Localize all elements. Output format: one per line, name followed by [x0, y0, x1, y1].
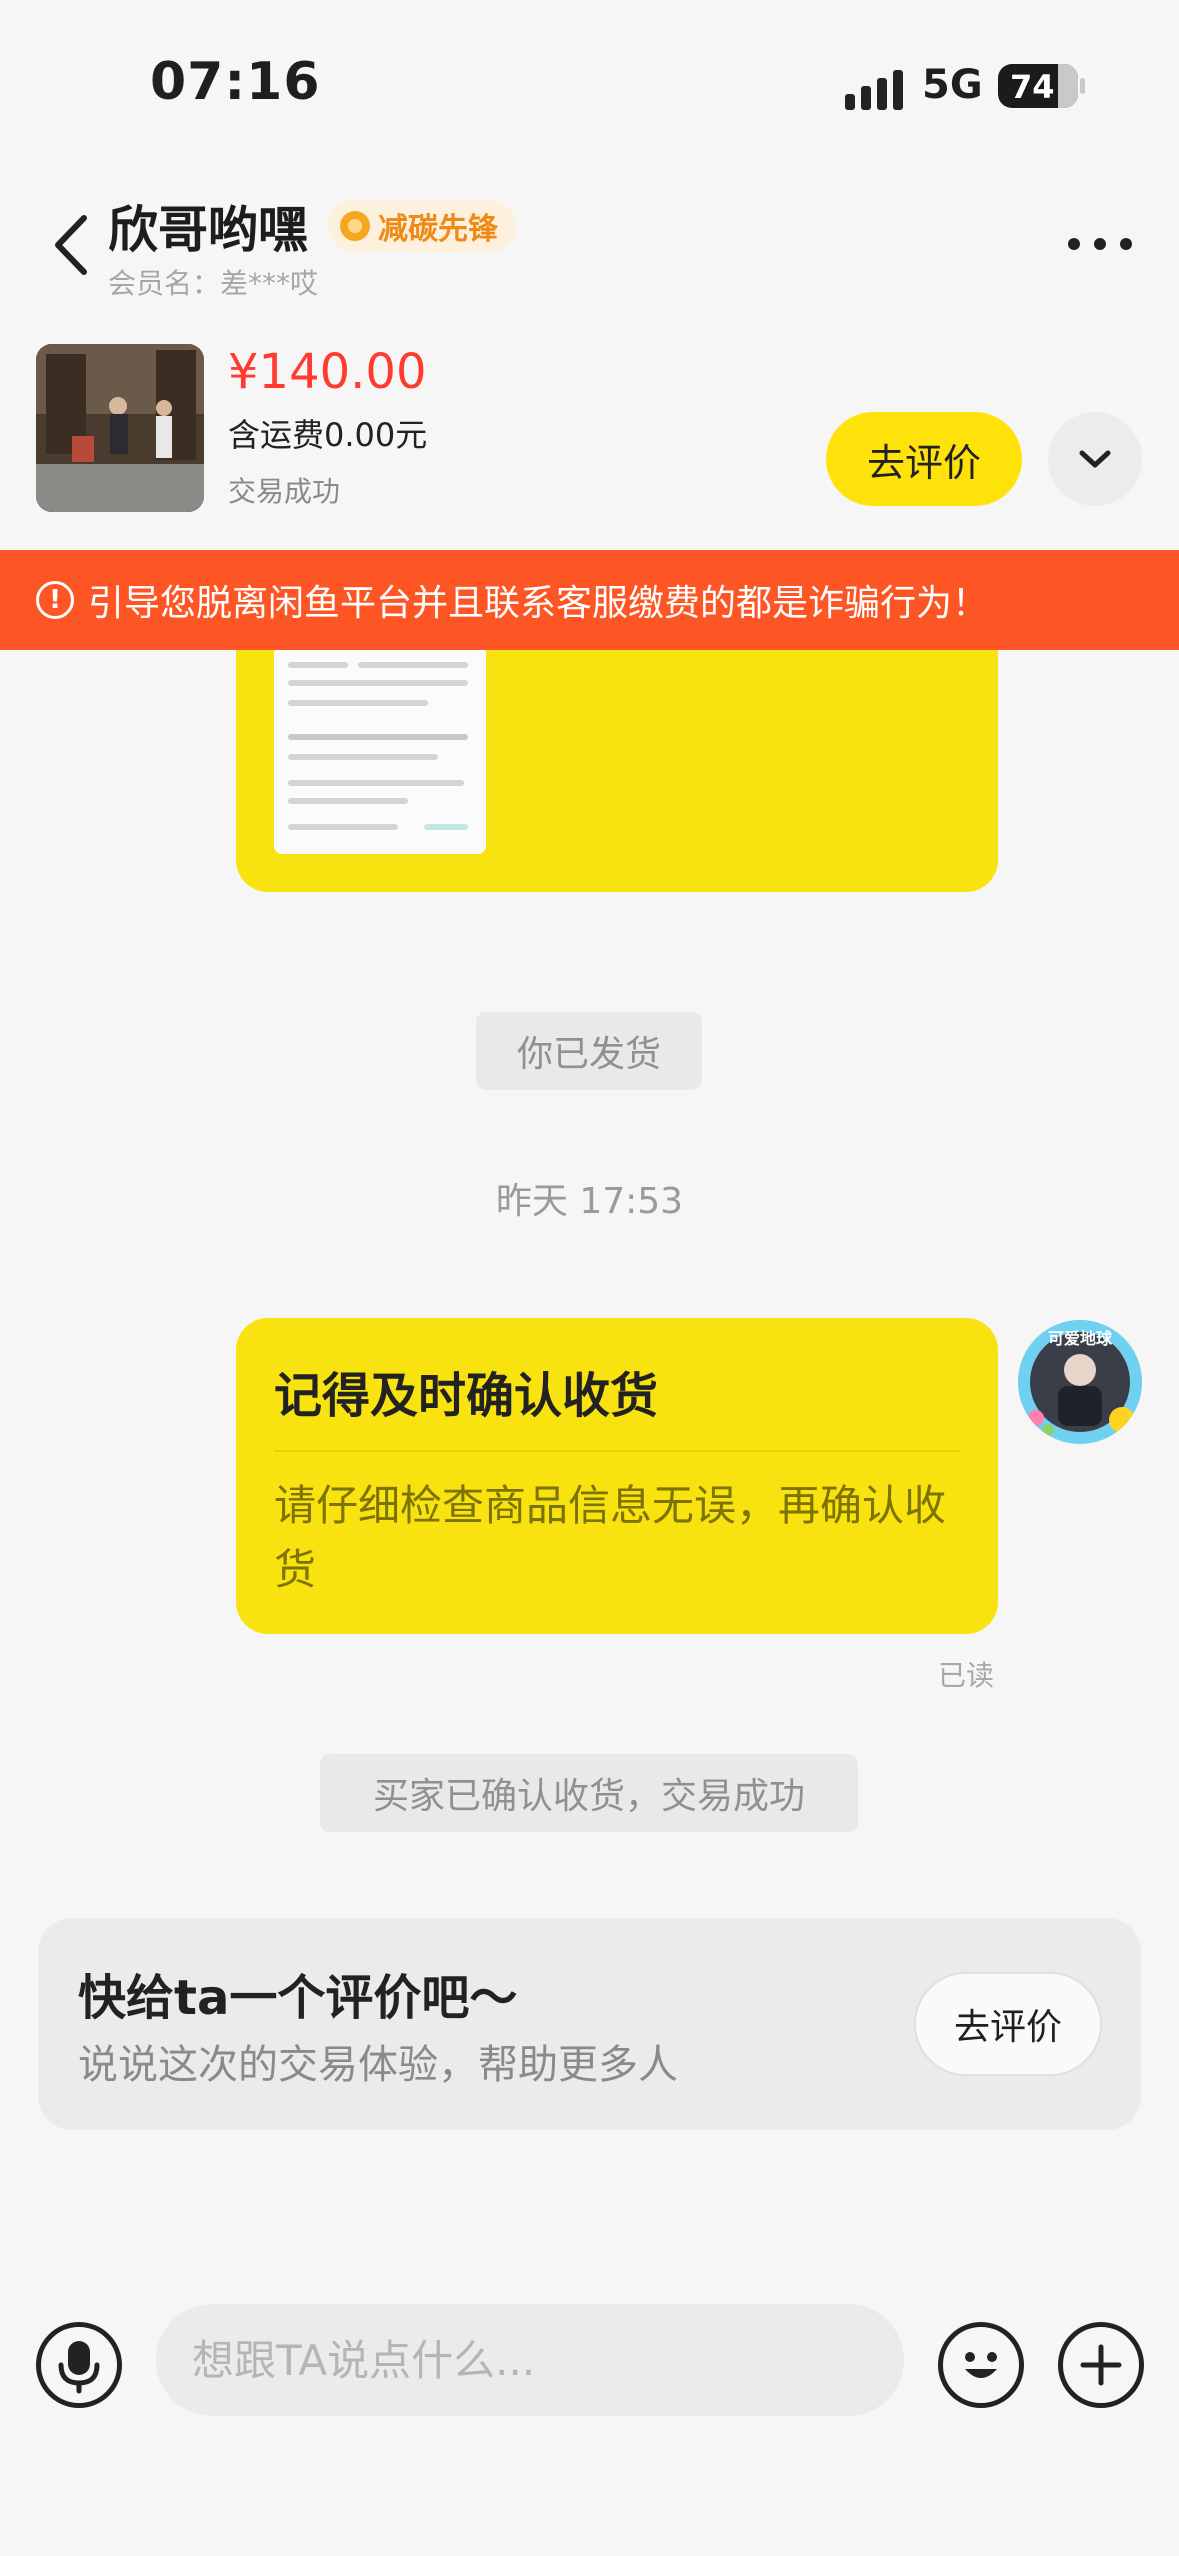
avatar[interactable]: 可爱地球 [1018, 1320, 1142, 1444]
battery-tip [1080, 78, 1085, 94]
product-thumbnail[interactable] [36, 344, 204, 512]
signal-icon [845, 70, 903, 110]
product-price: ¥140.00 [228, 344, 427, 400]
battery-icon: 74 [998, 64, 1078, 108]
message-timestamp: 昨天 17:53 [495, 1181, 684, 1222]
low-carbon-badge[interactable]: 减碳先锋 [328, 200, 516, 252]
avatar-text: 可爱地球 [1048, 1329, 1113, 1348]
fraud-warning-banner: ! 引导您脱离闲鱼平台并且联系客服缴费的都是诈骗行为！ [0, 550, 1179, 650]
confirm-receipt-card[interactable]: 记得及时确认收货 请仔细检查商品信息无误，再确认收货 [236, 1318, 998, 1634]
message-input[interactable] [156, 2304, 904, 2416]
member-name: 会员名：差***哎 [108, 267, 319, 300]
more-options-icon[interactable] [1068, 238, 1132, 250]
expand-button[interactable] [1048, 412, 1142, 506]
review-prompt-card: 快给ta一个评价吧～ 说说这次的交易体验，帮助更多人 去评价 [38, 1918, 1141, 2130]
microphone-icon[interactable] [36, 2322, 122, 2408]
back-arrow-icon[interactable] [48, 210, 98, 280]
status-time: 07:16 [150, 52, 321, 112]
warning-text: 引导您脱离闲鱼平台并且联系客服缴费的都是诈骗行为！ [88, 583, 989, 624]
review-prompt-title: 快给ta一个评价吧～ [78, 1970, 518, 2026]
card-body: 请仔细检查商品信息无误，再确认收货 [274, 1481, 947, 1594]
shipping-fee: 含运费0.00元 [228, 416, 428, 454]
screenshot-image[interactable] [274, 650, 486, 854]
chat-partner-name: 欣哥哟嘿 [108, 201, 308, 259]
system-message-confirmed: 买家已确认收货，交易成功 [320, 1754, 858, 1832]
battery-level: 74 [1010, 68, 1055, 106]
review-prompt-subtitle: 说说这次的交易体验，帮助更多人 [78, 2042, 678, 2088]
system-message-shipped: 你已发货 [476, 1012, 702, 1090]
trade-status: 交易成功 [228, 475, 341, 508]
read-receipt: 已读 [938, 1659, 995, 1692]
warning-icon: ! [36, 581, 74, 619]
card-title: 记得及时确认收货 [274, 1368, 659, 1424]
badge-coin-icon [340, 211, 370, 241]
review-button[interactable]: 去评价 [826, 412, 1022, 506]
plus-icon[interactable] [1058, 2322, 1144, 2408]
review-prompt-button[interactable]: 去评价 [914, 1972, 1102, 2076]
chevron-down-icon [1079, 450, 1111, 468]
network-type: 5G [922, 62, 983, 108]
emoji-icon[interactable] [938, 2322, 1024, 2408]
badge-label: 减碳先锋 [378, 212, 498, 247]
card-divider [274, 1450, 960, 1452]
